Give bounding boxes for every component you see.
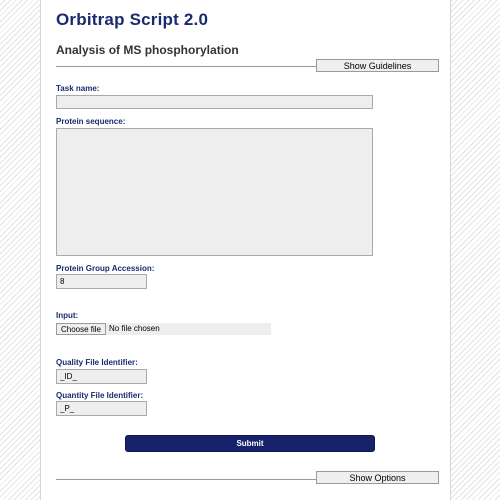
task-name-input[interactable] xyxy=(56,95,373,109)
quantity-file-identifier-label: Quantity File Identifier: xyxy=(56,391,144,400)
protein-group-accession-label: Protein Group Accession: xyxy=(56,264,155,273)
file-status-text: No file chosen xyxy=(109,324,160,333)
protein-sequence-textarea[interactable] xyxy=(56,128,373,256)
quality-file-identifier-input[interactable] xyxy=(56,369,147,384)
show-options-button[interactable]: Show Options xyxy=(316,471,439,484)
page-subtitle: Analysis of MS phosphorylation xyxy=(56,43,239,57)
submit-button[interactable]: Submit xyxy=(125,435,375,452)
choose-file-button[interactable]: Choose file xyxy=(56,323,106,335)
protein-group-accession-input[interactable] xyxy=(56,274,147,289)
quantity-file-identifier-input[interactable] xyxy=(56,401,147,416)
main-panel: Orbitrap Script 2.0 Analysis of MS phosp… xyxy=(40,0,451,500)
protein-sequence-label: Protein sequence: xyxy=(56,117,126,126)
task-name-label: Task name: xyxy=(56,84,100,93)
file-input[interactable]: Choose file No file chosen xyxy=(56,323,271,335)
quality-file-identifier-label: Quality File Identifier: xyxy=(56,358,138,367)
input-file-label: Input: xyxy=(56,311,79,320)
show-guidelines-button[interactable]: Show Guidelines xyxy=(316,59,439,72)
page-title: Orbitrap Script 2.0 xyxy=(56,10,209,29)
